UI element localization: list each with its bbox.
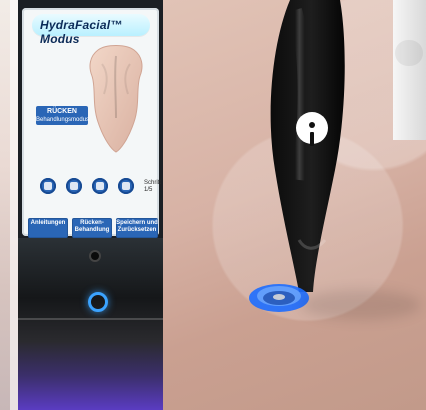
gloved-hand (393, 0, 426, 140)
device-screen: HydraFacial™ Modus RÜCKEN Behandlungsmod… (22, 8, 161, 238)
device-port (91, 252, 99, 260)
handpiece-tip (249, 284, 309, 312)
handpiece (270, 0, 345, 292)
bottom-action-buttons: Anleitungen Rücken-Behandlung Speichern … (28, 218, 158, 238)
region-label: RÜCKEN Behandlungsmodus (36, 106, 90, 125)
playback-controls: Schritt 1/5 (32, 176, 161, 198)
previous-button[interactable] (66, 178, 82, 194)
play-button[interactable] (92, 178, 108, 194)
device-lower-panel (18, 238, 163, 410)
glove-knuckle (395, 40, 423, 66)
region-label-sub: Behandlungsmodus (36, 117, 90, 123)
screenshot-stage: HydraFacial™ Modus RÜCKEN Behandlungsmod… (0, 0, 426, 410)
step-indicator: Schritt 1/5 (144, 180, 162, 193)
glow-ring (88, 292, 108, 312)
left-blurred-strip (0, 0, 18, 410)
next-button[interactable] (118, 178, 134, 194)
save-reset-button[interactable]: Speichern und Zurücksetzen (116, 218, 158, 238)
treatment-button[interactable]: Rücken-Behandlung (72, 218, 112, 238)
region-label-main: RÜCKEN (47, 108, 77, 115)
skip-back-button[interactable] (40, 178, 56, 194)
device-panel: HydraFacial™ Modus RÜCKEN Behandlungsmod… (18, 0, 163, 410)
treatment-photo (163, 0, 426, 410)
tray-line (18, 318, 163, 320)
back-illustration (89, 45, 143, 153)
instructions-button[interactable]: Anleitungen (28, 218, 68, 238)
tip-shadow (301, 290, 421, 320)
